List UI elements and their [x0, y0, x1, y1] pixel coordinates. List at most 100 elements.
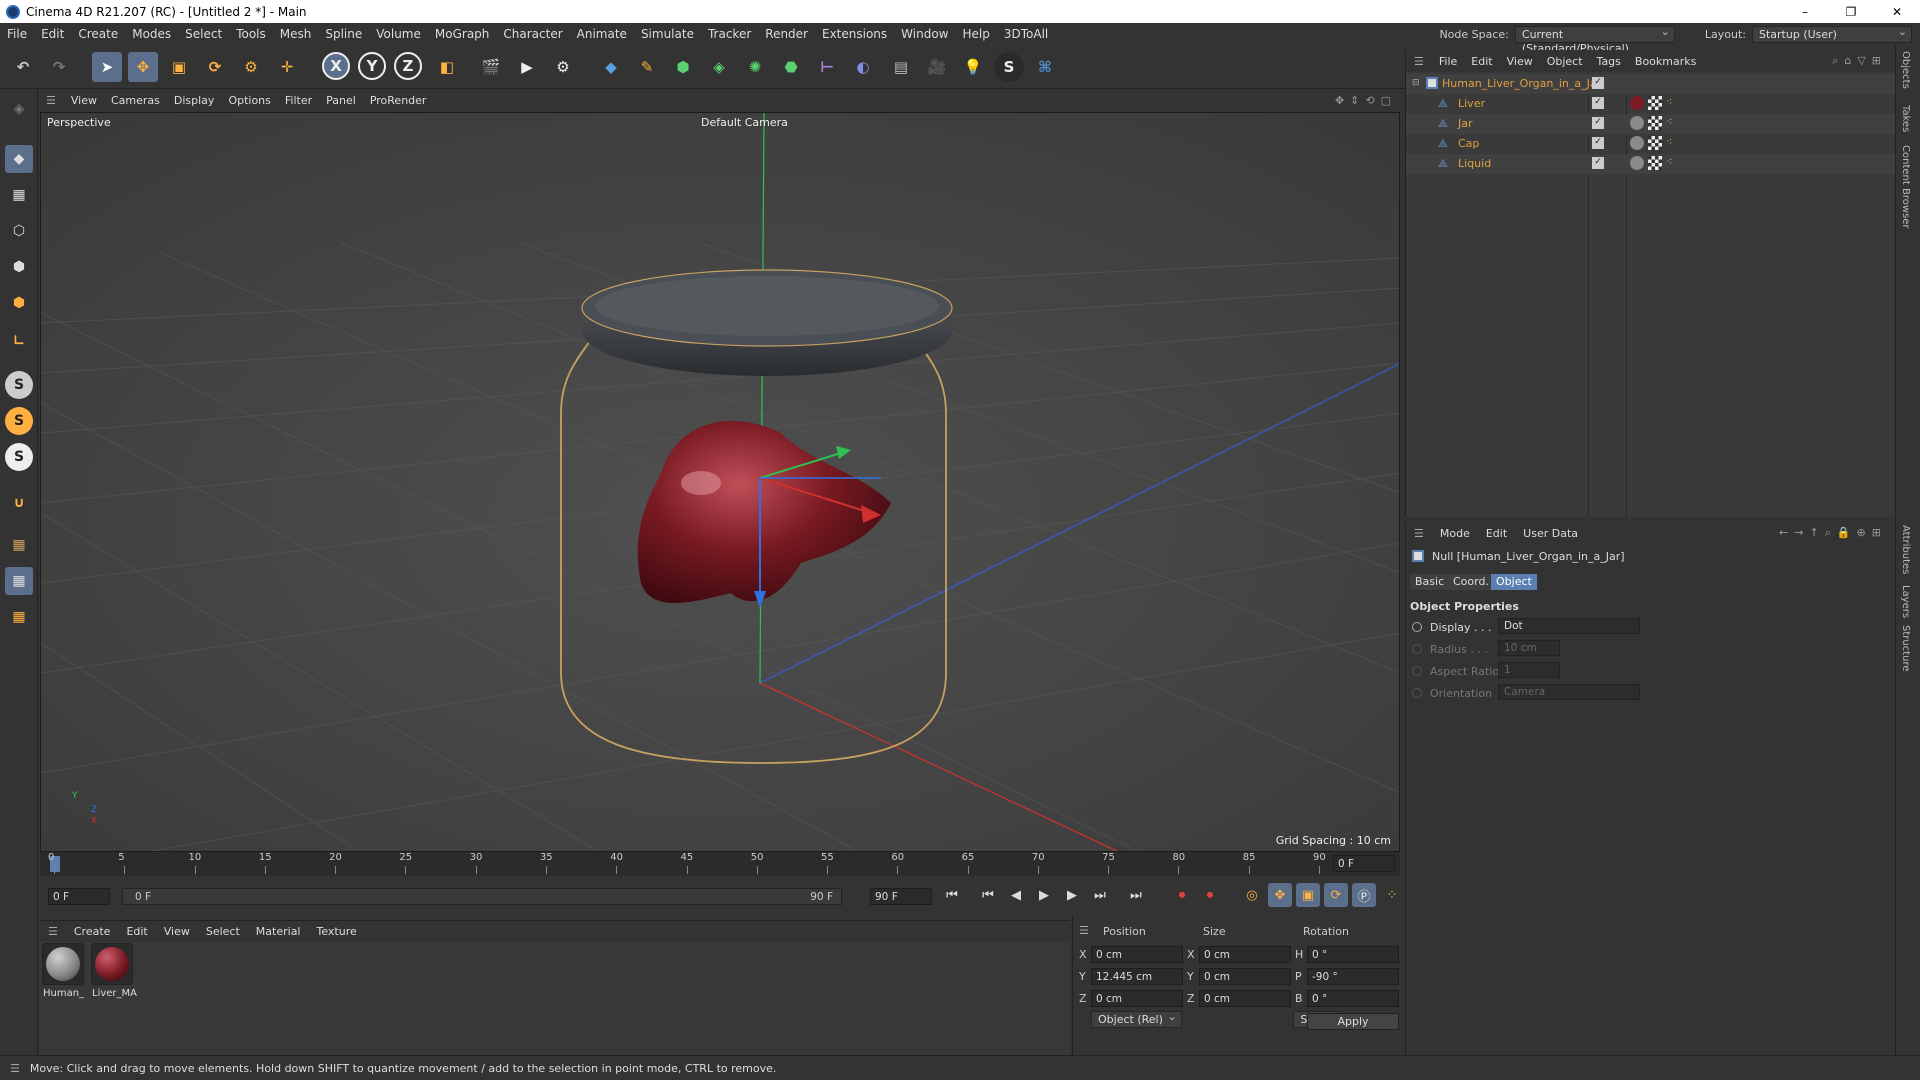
coords-hamburger-icon[interactable]: ☰ — [1079, 924, 1089, 937]
material-menu-create[interactable]: Create — [66, 925, 119, 938]
object-name-root[interactable]: Human_Liver_Organ_in_a_Jar — [1442, 77, 1601, 90]
next-frame-icon[interactable]: ▶ — [1060, 883, 1084, 907]
menu-3dtoall[interactable]: 3DToAll — [997, 27, 1055, 41]
field-icon[interactable]: ◐ — [848, 52, 878, 82]
render-view-icon[interactable]: 🎬 — [476, 52, 506, 82]
edge-tab-layers[interactable]: Layers — [1900, 585, 1911, 618]
viewport-hamburger-icon[interactable]: ☰ — [38, 94, 64, 107]
minimize-button[interactable]: – — [1782, 0, 1828, 23]
edge-tab-takes[interactable]: Takes — [1900, 105, 1911, 132]
edge-tab-attributes[interactable]: Attributes — [1900, 525, 1911, 574]
y-axis-lock-icon[interactable]: Y — [358, 52, 386, 80]
previous-frame-icon[interactable]: ◀ — [1004, 883, 1028, 907]
prop-display-select[interactable]: Dot — [1498, 618, 1640, 634]
object-name-liquid[interactable]: Liquid — [1458, 157, 1491, 170]
restore-button[interactable]: ❐ — [1828, 0, 1874, 23]
autokeying-icon[interactable]: ⏺ — [1198, 883, 1222, 907]
objects-menu-object[interactable]: Object — [1540, 55, 1590, 68]
objects-menu-view[interactable]: View — [1500, 55, 1540, 68]
object-name-jar[interactable]: Jar — [1458, 117, 1473, 130]
viewport-camera-label[interactable]: Default Camera — [701, 116, 788, 129]
tab-object[interactable]: Object — [1491, 574, 1537, 590]
viewport-menu-panel[interactable]: Panel — [319, 94, 363, 107]
material-tag-icon[interactable] — [1630, 116, 1644, 130]
objects-menu-tags[interactable]: Tags — [1590, 55, 1628, 68]
editor-visibility-icon[interactable]: ✓ — [1592, 137, 1604, 149]
menu-simulate[interactable]: Simulate — [634, 27, 701, 41]
pen-spline-icon[interactable]: ✎ — [632, 52, 662, 82]
viewport-navigation-icons[interactable]: ✥⇕⟲▢ — [1335, 94, 1397, 107]
locked-workplane-icon[interactable]: ▦ — [5, 567, 33, 595]
attributes-menu-user-data[interactable]: User Data — [1515, 527, 1586, 540]
planar-workplane-icon[interactable]: ▦ — [5, 603, 33, 631]
object-row-cap[interactable]: ⟁ Cap ✓ ⁖ — [1406, 134, 1896, 154]
objects-hamburger-icon[interactable]: ☰ — [1406, 55, 1432, 68]
undo-icon[interactable]: ↶ — [8, 52, 38, 82]
record-active-objects-icon[interactable]: ⏺ — [1170, 883, 1194, 907]
menu-tracker[interactable]: Tracker — [701, 27, 758, 41]
scale-tool-icon[interactable]: ▣ — [164, 52, 194, 82]
record-parameter-icon[interactable]: Ⓟ — [1352, 883, 1376, 907]
camera-icon[interactable]: 🎥 — [922, 52, 952, 82]
viewport-menu-view[interactable]: View — [64, 94, 104, 107]
editor-visibility-icon[interactable]: ✓ — [1592, 77, 1604, 89]
go-to-end-icon[interactable]: ⏭ — [1124, 883, 1148, 907]
mograph-cubes-icon[interactable]: ⬣ — [776, 52, 806, 82]
coordinate-system-icon[interactable]: ◧ — [432, 52, 462, 82]
status-hamburger-icon[interactable]: ☰ — [0, 1062, 30, 1075]
world-axis-icon[interactable]: ✛ — [272, 52, 302, 82]
material-menu-texture[interactable]: Texture — [308, 925, 364, 938]
collapse-icon[interactable]: ⊟ — [1412, 78, 1420, 88]
record-position-icon[interactable]: ✥ — [1268, 883, 1292, 907]
attributes-hamburger-icon[interactable]: ☰ — [1406, 527, 1432, 540]
current-frame-field[interactable]: 0 F — [1333, 855, 1395, 872]
viewport-menu-cameras[interactable]: Cameras — [104, 94, 167, 107]
layout-select[interactable]: Startup (User) — [1752, 25, 1912, 43]
menu-create[interactable]: Create — [71, 27, 125, 41]
coords-mode-select[interactable]: Object (Rel) — [1091, 1011, 1182, 1028]
phong-tag-icon[interactable]: ⁖ — [1666, 115, 1672, 128]
coords-pos-y-field[interactable]: 12.445 cm — [1091, 968, 1183, 985]
menu-render[interactable]: Render — [758, 27, 815, 41]
redo-icon[interactable]: ↷ — [44, 52, 74, 82]
deformer-icon[interactable]: ⊢ — [812, 52, 842, 82]
play-icon[interactable]: ▶ — [1032, 883, 1056, 907]
edges-mode-icon[interactable]: ⬢ — [5, 253, 33, 281]
magnet-icon[interactable]: ∪ — [5, 489, 33, 517]
edge-tab-content-browser[interactable]: Content Browser — [1900, 145, 1911, 228]
object-row-jar[interactable]: ⟁ Jar ✓ ⁖ — [1406, 114, 1896, 134]
texture-tag-icon[interactable] — [1648, 156, 1662, 170]
move-tool-icon[interactable]: ✥ — [128, 52, 158, 82]
workplane-icon[interactable]: ▦ — [5, 531, 33, 559]
material-swatch-liver[interactable] — [91, 943, 133, 985]
objects-menu-bookmarks[interactable]: Bookmarks — [1628, 55, 1703, 68]
material-tag-icon[interactable] — [1630, 156, 1644, 170]
z-axis-lock-icon[interactable]: Z — [394, 52, 422, 80]
tab-basic[interactable]: Basic — [1410, 574, 1450, 590]
subdivision-surface-icon[interactable]: ⬢ — [668, 52, 698, 82]
object-name-liver[interactable]: Liver — [1458, 97, 1485, 110]
material-menu-select[interactable]: Select — [198, 925, 248, 938]
objects-toolbar-icons[interactable]: ⌕⌂▽⊞ — [1832, 54, 1887, 68]
live-selection-icon[interactable]: ➤ — [92, 52, 122, 82]
texture-tag-icon[interactable] — [1648, 116, 1662, 130]
editor-visibility-icon[interactable]: ✓ — [1592, 157, 1604, 169]
texture-tag-icon[interactable] — [1648, 96, 1662, 110]
material-menu-material[interactable]: Material — [248, 925, 309, 938]
record-scale-icon[interactable]: ▣ — [1296, 883, 1320, 907]
menu-help[interactable]: Help — [956, 27, 997, 41]
x-axis-lock-icon[interactable]: X — [322, 52, 350, 80]
animate-radio-icon[interactable] — [1412, 622, 1422, 632]
menu-tools[interactable]: Tools — [229, 27, 273, 41]
cloner-icon[interactable]: ✺ — [740, 52, 770, 82]
object-row-liquid[interactable]: ⟁ Liquid ✓ ⁖ — [1406, 154, 1896, 174]
timeline-ruler[interactable]: 0 5 10 15 20 25 30 35 40 45 50 55 60 65 70 75 80 85 90 0 F — [40, 852, 1400, 876]
menu-file[interactable]: File — [0, 27, 34, 41]
object-row-liver[interactable]: ⟁ Liver ✓ ⁖ — [1406, 94, 1896, 114]
texture-mode-icon[interactable]: ▦ — [5, 181, 33, 209]
record-pla-icon[interactable]: ⁘ — [1380, 883, 1404, 907]
attributes-menu-mode[interactable]: Mode — [1432, 527, 1478, 540]
menu-select[interactable]: Select — [178, 27, 229, 41]
coords-rot-h-field[interactable]: 0 ° — [1307, 946, 1399, 963]
phong-tag-icon[interactable]: ⁖ — [1666, 135, 1672, 148]
